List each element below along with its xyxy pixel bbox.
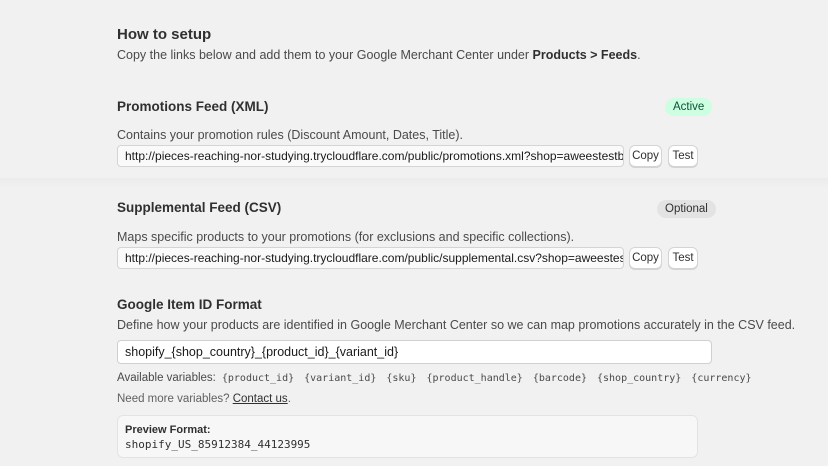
need-more-variables-line: Need more variables? Contact us. bbox=[117, 393, 291, 405]
setup-intro-prefix: Copy the links below and add them to you… bbox=[117, 48, 533, 62]
variable-chip: {sku} bbox=[386, 372, 417, 384]
preview-format-value: shopify_US_85912384_44123995 bbox=[125, 438, 311, 451]
setup-intro-bold: Products > Feeds bbox=[532, 48, 638, 62]
preview-format-label: Preview Format: bbox=[125, 424, 211, 436]
help-prefix: Need more variables? bbox=[117, 393, 233, 405]
promotions-test-button[interactable]: Test bbox=[668, 145, 698, 167]
supplemental-copy-button[interactable]: Copy bbox=[629, 247, 662, 269]
variable-chip: {product_handle} bbox=[426, 372, 523, 384]
variable-chip: {currency} bbox=[691, 372, 752, 384]
variables-label: Available variables: bbox=[117, 372, 216, 384]
contact-us-link[interactable]: Contact us bbox=[233, 393, 288, 405]
preview-format-box bbox=[117, 415, 698, 458]
promotions-copy-button[interactable]: Copy bbox=[629, 145, 662, 167]
item-id-format-title: Google Item ID Format bbox=[117, 297, 262, 312]
variable-chip: {barcode} bbox=[532, 372, 587, 384]
supplemental-feed-url-field[interactable]: http://pieces-reaching-nor-studying.tryc… bbox=[117, 247, 624, 269]
item-id-format-description: Define how your products are identified … bbox=[117, 318, 796, 332]
supplemental-feed-description: Maps specific products to your promotion… bbox=[117, 230, 575, 244]
available-variables-row: Available variables: {product_id} {varia… bbox=[117, 372, 762, 384]
supplemental-test-button[interactable]: Test bbox=[668, 247, 698, 269]
setup-intro-suffix: . bbox=[637, 48, 641, 62]
item-id-format-input[interactable]: shopify_{shop_country}_{product_id}_{var… bbox=[117, 340, 712, 364]
supplemental-status-badge: Optional bbox=[657, 200, 716, 218]
promotions-feed-url-field[interactable]: http://pieces-reaching-nor-studying.tryc… bbox=[117, 145, 624, 167]
setup-title: How to setup bbox=[117, 26, 212, 43]
setup-intro: Copy the links below and add them to you… bbox=[117, 48, 641, 62]
promotions-feed-description: Contains your promotion rules (Discount … bbox=[117, 128, 463, 142]
section-divider bbox=[0, 178, 828, 188]
promotions-feed-title: Promotions Feed (XML) bbox=[117, 99, 269, 114]
variable-chip: {shop_country} bbox=[597, 372, 682, 384]
variable-chip: {variant_id} bbox=[304, 372, 377, 384]
promotions-status-badge: Active bbox=[665, 98, 713, 116]
supplemental-feed-title: Supplemental Feed (CSV) bbox=[117, 200, 282, 215]
help-suffix: . bbox=[287, 393, 291, 405]
variable-chip: {product_id} bbox=[221, 372, 295, 384]
